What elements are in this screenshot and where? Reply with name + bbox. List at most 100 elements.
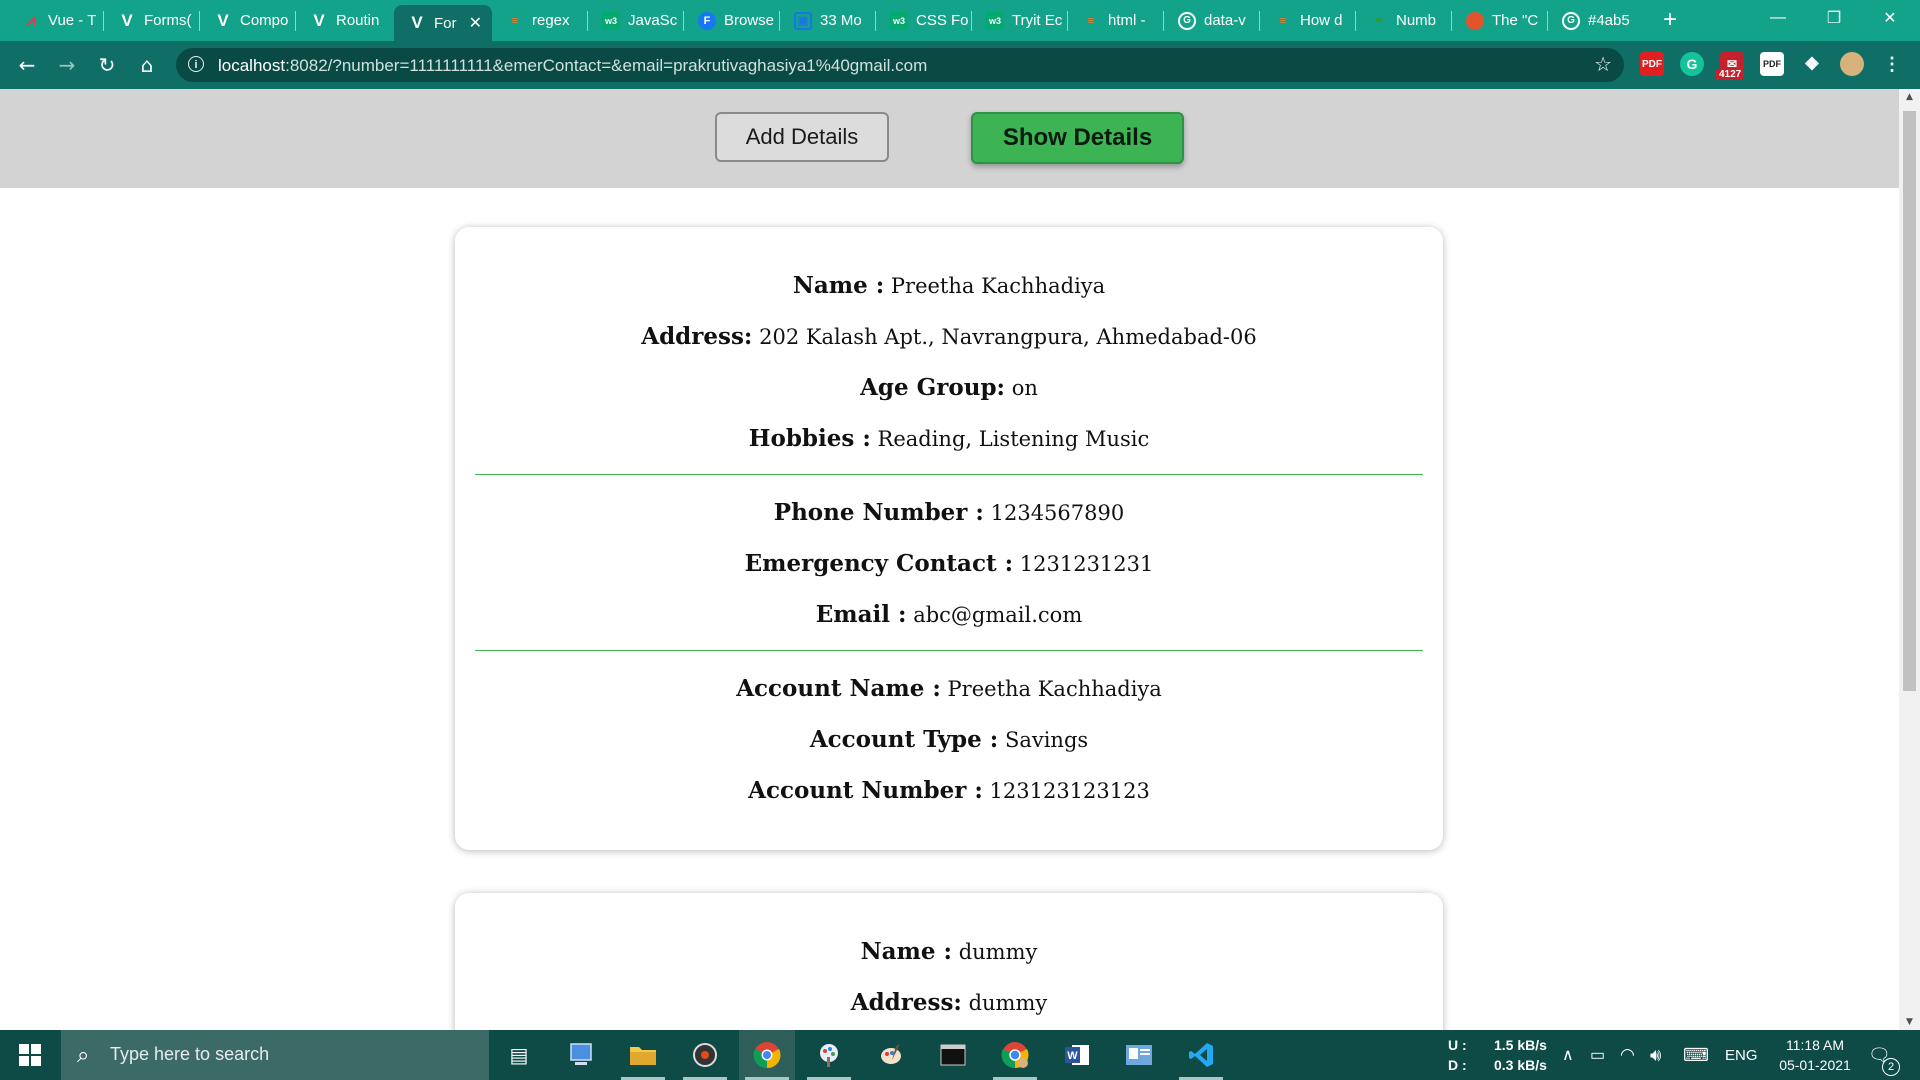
tab-33-mo[interactable]: ▣ 33 Mo	[780, 6, 876, 35]
word-icon[interactable]: W	[1049, 1030, 1105, 1080]
section-divider	[475, 650, 1423, 651]
address-row: Address: 202 Kalash Apt., Navrangpura, A…	[641, 323, 1257, 350]
vue-logo-icon: ⩘	[26, 11, 36, 29]
terminal-icon[interactable]	[925, 1030, 981, 1080]
stackoverflow-icon: ≡	[1087, 14, 1095, 27]
restore-button[interactable]: ❐	[1806, 0, 1862, 36]
search-icon: ⌕	[77, 1043, 90, 1068]
stackoverflow-icon: ≡	[511, 14, 519, 27]
browser-toolbar: ← → ↻ ⌂ i localhost:8082/?number=1111111…	[0, 41, 1920, 89]
page-header-bar: Add Details Show Details	[0, 89, 1899, 188]
home-icon[interactable]: ⌂	[133, 51, 161, 79]
show-details-button[interactable]: Show Details	[971, 112, 1184, 164]
name-row: Name : dummy	[860, 938, 1038, 965]
tab-javascript[interactable]: w3 JavaSc	[588, 6, 684, 35]
tab-4ab5[interactable]: G #4ab5	[1548, 6, 1644, 35]
account-name-row: Account Name : Preetha Kachhadiya	[736, 675, 1162, 702]
vertical-scrollbar[interactable]: ▲ ▼	[1899, 89, 1920, 1030]
vue-v-icon: V	[121, 10, 133, 30]
computer-icon[interactable]	[553, 1030, 609, 1080]
account-number-row: Account Number : 123123123123	[748, 777, 1150, 804]
extensions-puzzle-icon[interactable]: ❖	[1800, 52, 1824, 76]
new-tab-button[interactable]: +	[1656, 6, 1684, 34]
browser-tab-strip: ⩘ Vue - T V Forms( V Compo V Routin V Fo…	[0, 0, 1920, 41]
outlook-card-icon[interactable]	[1111, 1030, 1167, 1080]
tab-tryit[interactable]: w3 Tryit Ec	[972, 6, 1068, 35]
network-speed-meter: U :1.5 kB/s D :0.3 kB/s	[1448, 1037, 1547, 1073]
tab-forms-active[interactable]: V For ✕	[394, 5, 492, 41]
tab-the-c[interactable]: The "C	[1452, 6, 1548, 35]
w3schools-icon: w3	[986, 11, 1004, 30]
paint-3d-icon[interactable]	[801, 1030, 857, 1080]
section-divider	[475, 474, 1423, 475]
windows-start-icon[interactable]	[0, 1030, 60, 1080]
tab-components[interactable]: V Compo	[200, 6, 296, 35]
chrome-profile-icon[interactable]	[987, 1030, 1043, 1080]
close-window-button[interactable]: ✕	[1862, 0, 1918, 36]
forward-button[interactable]: →	[53, 51, 81, 79]
site-info-icon[interactable]: i	[188, 56, 204, 72]
show-hidden-icons-chevron-icon[interactable]: ∧	[1562, 1030, 1574, 1080]
w3schools-icon: w3	[890, 11, 908, 30]
hobbies-row: Hobbies : Reading, Listening Music	[748, 425, 1150, 452]
grammarly-icon[interactable]: G	[1680, 52, 1704, 76]
touch-keyboard-icon[interactable]: ⌨	[1683, 1030, 1709, 1080]
taskbar-search-box[interactable]: ⌕ Type here to search	[61, 1030, 489, 1080]
minimize-button[interactable]: —	[1750, 0, 1806, 36]
vscode-icon[interactable]	[1173, 1030, 1229, 1080]
tab-how-d[interactable]: ≡ How d	[1260, 6, 1356, 35]
google-g-icon: G	[1178, 11, 1196, 30]
tab-data-v[interactable]: G data-v	[1164, 6, 1260, 35]
scroll-up-arrow-icon[interactable]: ▲	[1899, 89, 1920, 105]
wifi-icon[interactable]: ◠	[1620, 1030, 1635, 1080]
tab-css-fo[interactable]: w3 CSS Fo	[876, 6, 972, 35]
tab-regex[interactable]: ≡ regex	[492, 6, 588, 35]
tab-routing[interactable]: V Routin	[296, 6, 392, 35]
tab-vue-t[interactable]: ⩘ Vue - T	[8, 6, 104, 35]
vue-v-icon: V	[313, 10, 325, 30]
email-row: Email : abc@gmail.com	[815, 601, 1083, 628]
pdf-converter-icon[interactable]: PDF	[1760, 52, 1784, 76]
tab-numb[interactable]: ❧ Numb	[1356, 6, 1452, 35]
volume-icon[interactable]: 🔊︎	[1650, 1030, 1661, 1080]
phone-row: Phone Number : 1234567890	[773, 499, 1125, 526]
vue-v-icon: V	[217, 10, 229, 30]
f-badge-icon: F	[698, 11, 716, 30]
tab-forms[interactable]: V Forms(	[104, 6, 200, 35]
bookmark-icon: ▣	[794, 11, 812, 30]
notification-count-badge: 2	[1882, 1058, 1900, 1076]
tab-browse[interactable]: F Browse	[684, 6, 780, 35]
back-button[interactable]: ←	[13, 51, 41, 79]
url-text[interactable]: localhost:8082/?number=1111111111&emerCo…	[218, 56, 927, 76]
pdf-extension-icon[interactable]: PDF	[1640, 52, 1664, 76]
profile-avatar[interactable]	[1840, 52, 1864, 76]
paint-icon[interactable]	[863, 1030, 919, 1080]
task-view-icon[interactable]: ▤	[491, 1030, 547, 1080]
svg-text:W: W	[1067, 1050, 1078, 1062]
details-card: Name : Preetha Kachhadiya Address: 202 K…	[455, 227, 1443, 850]
stackoverflow-icon: ≡	[1279, 14, 1287, 27]
vue-v-icon: V	[411, 13, 423, 32]
colorful-circle-icon	[1466, 11, 1484, 30]
battery-icon[interactable]: ▭	[1590, 1030, 1605, 1080]
reload-icon[interactable]: ↻	[93, 51, 121, 79]
w3schools-icon: w3	[602, 11, 620, 30]
add-details-button[interactable]: Add Details	[715, 112, 889, 162]
address-bar[interactable]: i localhost:8082/?number=1111111111&emer…	[176, 48, 1624, 82]
menu-kebab-icon[interactable]: ⋮	[1880, 52, 1904, 76]
close-tab-icon[interactable]: ✕	[469, 13, 482, 33]
scroll-down-arrow-icon[interactable]: ▼	[1899, 1014, 1920, 1030]
chrome-icon[interactable]	[739, 1030, 795, 1080]
tab-html[interactable]: ≡ html -	[1068, 6, 1164, 35]
bookmark-star-icon[interactable]: ☆	[1594, 52, 1612, 76]
page-content: Add Details Show Details Name : Preetha …	[0, 89, 1899, 1030]
clock[interactable]: 11:18 AM 05-01-2021	[1770, 1030, 1860, 1080]
mail-count-badge: 4127	[1716, 69, 1745, 80]
details-card: Name : dummy Address: dummy	[455, 893, 1443, 1030]
age-group-row: Age Group: on	[860, 374, 1038, 401]
google-g-icon: G	[1562, 11, 1580, 30]
file-explorer-icon[interactable]	[615, 1030, 671, 1080]
input-language-indicator[interactable]: ENG	[1725, 1030, 1758, 1080]
media-player-icon[interactable]	[677, 1030, 733, 1080]
scrollbar-thumb[interactable]	[1903, 111, 1916, 691]
